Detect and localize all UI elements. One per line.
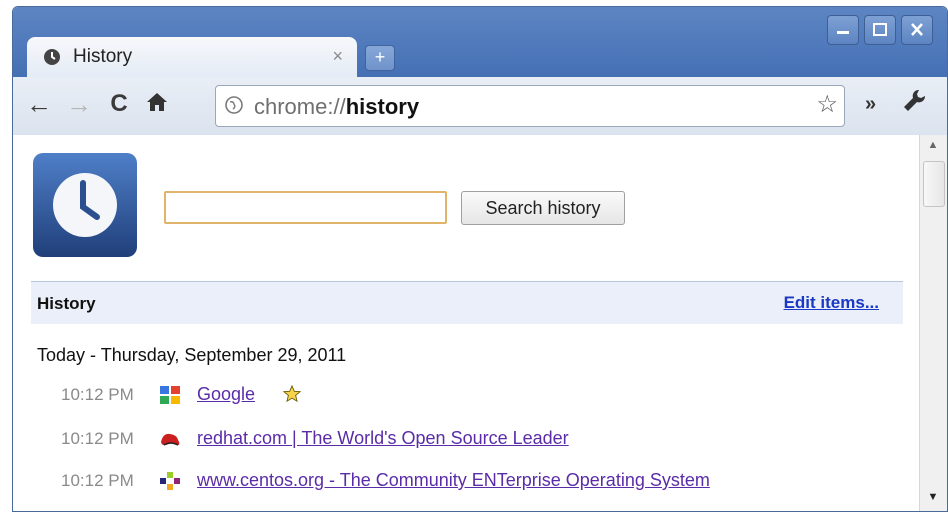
maximize-icon [873,23,887,36]
vertical-scrollbar[interactable]: ▲ ▼ [919,135,947,511]
globe-icon [225,96,243,114]
bookmark-star-icon[interactable]: ☆ [816,90,838,119]
redhat-favicon-icon [161,433,180,446]
maximize-button[interactable] [864,15,896,45]
history-logo [33,153,137,257]
entry-time: 10:12 PM [61,471,134,490]
minimize-button[interactable] [827,15,859,45]
tab-history[interactable]: History × [27,37,357,79]
url-text: chrome://history [254,94,420,119]
centos-favicon-icon [160,472,180,490]
scroll-down-icon[interactable]: ▼ [924,491,942,507]
history-title: History [37,294,96,313]
clock-icon [53,173,117,237]
forward-button[interactable]: → [65,89,93,119]
home-button[interactable] [143,89,171,119]
edit-items-link[interactable]: Edit items... [784,293,879,313]
close-icon [911,23,923,36]
history-header: History Edit items... [31,281,903,324]
entry-time: 10:12 PM [61,385,134,404]
tab-title: History [73,46,133,67]
toolbar: ← → C chrome://history ☆ » [13,77,947,136]
reload-button[interactable]: C [105,89,133,119]
bookmarked-star-icon[interactable] [283,385,301,403]
wrench-menu-button[interactable] [901,87,929,122]
entry-link[interactable]: redhat.com | The World's Open Source Lea… [197,428,569,449]
google-favicon-icon [160,386,180,404]
wrench-icon [904,89,926,111]
history-page: Search history History Edit items... Tod… [13,135,919,511]
scroll-up-icon[interactable]: ▲ [924,139,942,155]
minimize-icon [837,31,849,34]
search-history-input[interactable] [164,191,447,224]
back-button[interactable]: ← [25,89,53,119]
browser-window: History × + ← → C chrome://history ☆ » S… [12,6,948,512]
clock-icon [44,49,60,65]
scrollbar-thumb[interactable] [923,161,945,207]
search-history-button[interactable]: Search history [461,191,625,225]
new-tab-button[interactable]: + [365,45,395,71]
entry-time: 10:12 PM [61,429,134,448]
address-bar[interactable]: chrome://history ☆ [215,85,845,127]
home-icon [147,93,167,111]
day-heading: Today - Thursday, September 29, 2011 [37,345,347,365]
entry-link[interactable]: Google [197,384,255,405]
entry-link[interactable]: www.centos.org - The Community ENTerpris… [197,470,710,491]
more-chevron-icon[interactable]: » [865,93,876,116]
close-window-button[interactable] [901,15,933,45]
tab-close-icon[interactable]: × [332,46,343,67]
title-bar: History × + [13,7,947,79]
